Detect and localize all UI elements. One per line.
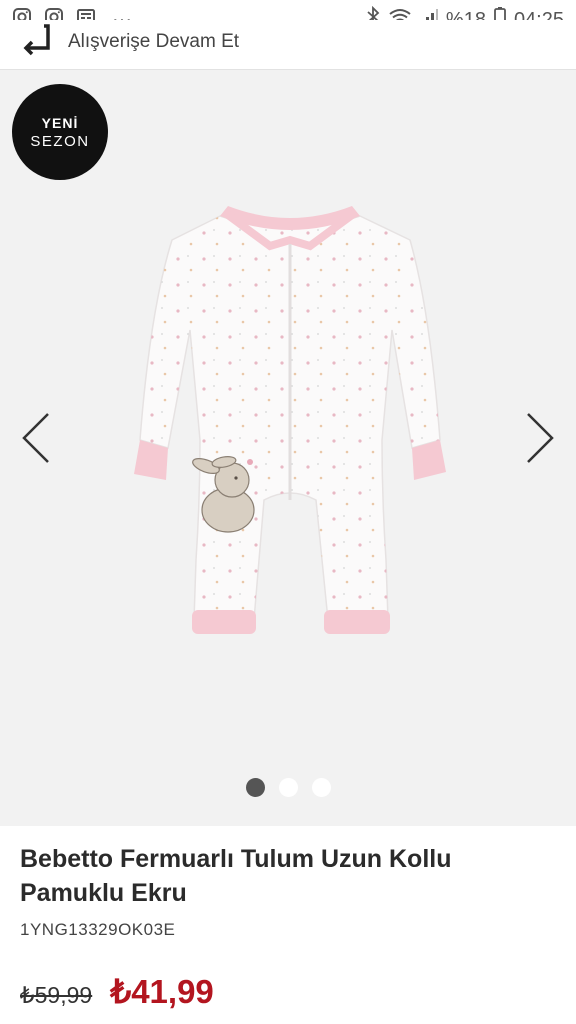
image-pagination xyxy=(0,778,576,797)
next-image-button[interactable] xyxy=(522,410,556,466)
product-title: Bebetto Fermuarlı Tulum Uzun Kollu Pamuk… xyxy=(20,845,452,907)
product-sku: 1YNG13329OK03E xyxy=(20,920,176,939)
old-price: ₺59,99 xyxy=(20,982,93,1008)
badge-line-2: SEZON xyxy=(30,132,90,150)
product-info: Bebetto Fermuarlı Tulum Uzun Kollu Pamuk… xyxy=(0,826,576,1024)
continue-shopping-label: Alışverişe Devam Et xyxy=(68,30,240,52)
sale-price: ₺41,99 xyxy=(110,973,214,1010)
badge-line-1: YENİ xyxy=(41,114,79,131)
pagination-dot-3[interactable] xyxy=(311,778,331,797)
previous-image-button[interactable] xyxy=(20,410,54,466)
continue-shopping-link[interactable]: Alışverişe Devam Et xyxy=(20,22,239,61)
header-bar: Alışverişe Devam Et xyxy=(0,20,576,70)
price-row: ₺59,99 ₺41,99 xyxy=(20,972,214,1011)
product-gallery[interactable]: YENİ SEZON xyxy=(0,70,576,826)
pagination-dot-1[interactable] xyxy=(245,778,265,797)
pagination-dot-2[interactable] xyxy=(278,778,298,797)
new-season-badge: YENİ SEZON xyxy=(12,84,108,180)
back-arrow-icon xyxy=(20,22,54,61)
product-image[interactable] xyxy=(120,200,460,670)
